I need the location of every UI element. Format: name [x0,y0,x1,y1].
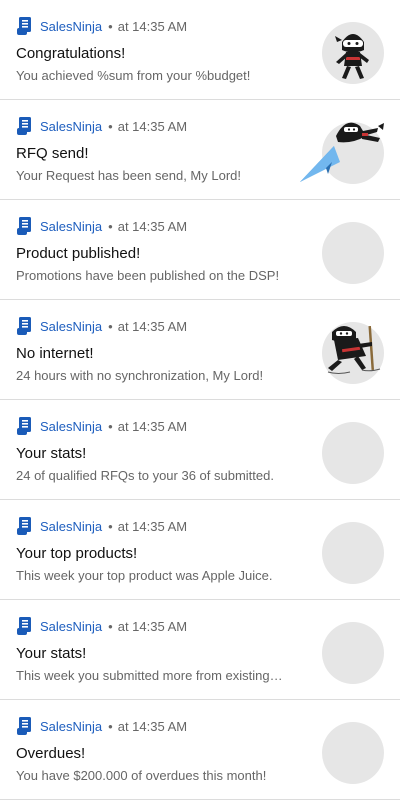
notification-title: Congratulations! [16,45,126,62]
separator-dot: • [108,218,113,234]
scroll-icon [16,316,34,336]
separator-dot: • [108,718,113,734]
ninja-standing-image [322,22,384,84]
notification-card[interactable]: SalesNinja • at 14:35 AM Congratulations… [0,0,400,100]
separator-dot: • [108,18,113,34]
notification-title: Your top products! [16,545,138,562]
notification-message: Your Request has been send, My Lord! [16,168,241,183]
scroll-icon [16,416,34,436]
scroll-icon [16,616,34,636]
scroll-icon [16,516,34,536]
notification-title: Overdues! [16,745,86,762]
notification-card[interactable]: SalesNinja • at 14:35 AM Your top produc… [0,500,400,600]
notification-title: Product published! [16,245,141,262]
notification-header: SalesNinja • at 14:35 AM [16,16,187,36]
image-placeholder [322,422,384,484]
image-placeholder [322,622,384,684]
scroll-icon [16,116,34,136]
ninja-searching-image [322,322,384,384]
notification-title: RFQ send! [16,145,89,162]
timestamp: at 14:35 AM [117,718,188,734]
notification-message: You have $200.000 of overdues this month… [16,768,267,783]
ninja-paper-plane-image [300,122,384,184]
image-placeholder [322,222,384,284]
notification-card[interactable]: SalesNinja • at 14:35 AM RFQ send! Your … [0,100,400,200]
notification-message: 24 hours with no synchronization, My Lor… [16,368,264,383]
notification-message: This week you submitted more from existi… [16,668,283,683]
notification-header: SalesNinja • at 14:35 AM [16,316,187,336]
timestamp: at 14:35 AM [117,418,188,434]
notification-card[interactable]: SalesNinja • at 14:35 AM Product publish… [0,200,400,300]
separator-dot: • [108,118,113,134]
notification-card[interactable]: SalesNinja • at 14:35 AM Your stats! Thi… [0,600,400,700]
timestamp: at 14:35 AM [117,218,188,234]
timestamp: at 14:35 AM [117,618,188,634]
app-name: SalesNinja [40,118,103,134]
notification-header: SalesNinja • at 14:35 AM [16,516,187,536]
separator-dot: • [108,418,113,434]
notification-header: SalesNinja • at 14:35 AM [16,716,187,736]
notification-message: This week your top product was Apple Jui… [16,568,273,583]
image-placeholder [322,522,384,584]
notification-message: You achieved %sum from your %budget! [16,68,251,83]
separator-dot: • [108,318,113,334]
notification-title: Your stats! [16,645,87,662]
timestamp: at 14:35 AM [117,518,188,534]
app-name: SalesNinja [40,418,103,434]
app-name: SalesNinja [40,18,103,34]
timestamp: at 14:35 AM [117,118,188,134]
notification-header: SalesNinja • at 14:35 AM [16,116,187,136]
notification-card[interactable]: SalesNinja • at 14:35 AM No internet! 24… [0,300,400,400]
notification-message: Promotions have been published on the DS… [16,268,280,283]
app-name: SalesNinja [40,318,103,334]
notification-header: SalesNinja • at 14:35 AM [16,416,187,436]
notification-title: No internet! [16,345,94,362]
notification-title: Your stats! [16,445,87,462]
notification-card[interactable]: SalesNinja • at 14:35 AM Your stats! 24 … [0,400,400,500]
notification-list: SalesNinja • at 14:35 AM Congratulations… [0,0,400,800]
app-name: SalesNinja [40,218,103,234]
app-name: SalesNinja [40,718,103,734]
image-placeholder [322,722,384,784]
separator-dot: • [108,518,113,534]
notification-message: 24 of qualified RFQs to your 36 of submi… [16,468,274,483]
scroll-icon [16,716,34,736]
scroll-icon [16,216,34,236]
notification-card[interactable]: SalesNinja • at 14:35 AM Overdues! You h… [0,700,400,800]
separator-dot: • [108,618,113,634]
app-name: SalesNinja [40,618,103,634]
notification-header: SalesNinja • at 14:35 AM [16,616,187,636]
notification-header: SalesNinja • at 14:35 AM [16,216,187,236]
app-name: SalesNinja [40,518,103,534]
timestamp: at 14:35 AM [117,318,188,334]
timestamp: at 14:35 AM [117,18,188,34]
scroll-icon [16,16,34,36]
